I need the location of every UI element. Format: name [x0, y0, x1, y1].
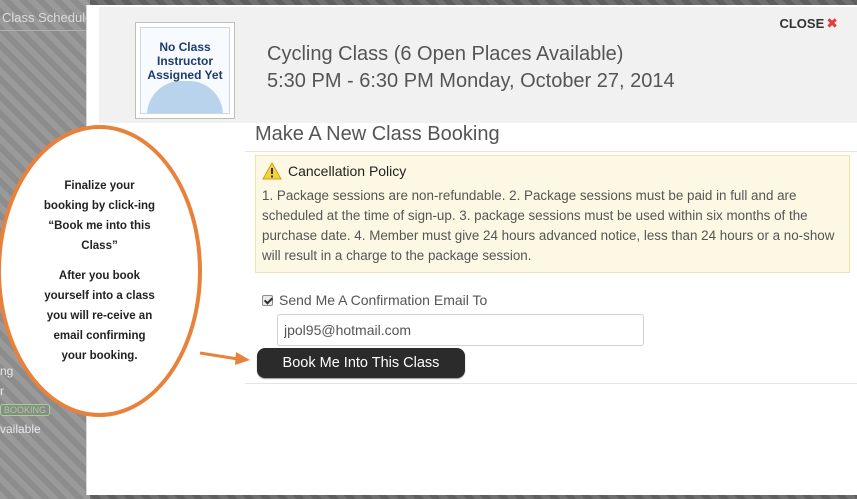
close-label: CLOSE — [779, 16, 825, 31]
background-booking-badge: BOOKING — [0, 404, 51, 416]
policy-header: Cancellation Policy — [262, 162, 843, 180]
instructor-placeholder-image: No Class Instructor Assigned Yet — [140, 27, 230, 114]
booking-modal: CLOSE ✖ No Class Instructor Assigned Yet… — [86, 5, 857, 495]
policy-text: 1. Package sessions are non-refundable. … — [262, 188, 835, 263]
cancellation-policy-box: Cancellation Policy 1. Package sessions … — [255, 155, 850, 273]
confirmation-email-row: Send Me A Confirmation Email To — [262, 292, 487, 308]
book-class-button[interactable]: Book Me Into This Class — [257, 348, 465, 378]
instructor-photo: No Class Instructor Assigned Yet — [135, 22, 235, 119]
close-button[interactable]: CLOSE ✖ — [779, 15, 838, 32]
confirmation-email-label: Send Me A Confirmation Email To — [279, 292, 488, 308]
background-schedule-title: Class Schedule — [2, 10, 93, 25]
person-silhouette-icon — [147, 81, 223, 113]
email-field[interactable] — [277, 314, 644, 346]
class-title: Cycling Class (6 Open Places Available) — [267, 43, 624, 65]
booking-heading: Make A New Class Booking — [255, 123, 500, 145]
background-text: vailable — [0, 422, 41, 436]
background-text: ng — [0, 364, 14, 378]
background-divider — [0, 30, 90, 31]
warning-icon — [262, 162, 282, 180]
callout-text: Finalize your booking by click-ing “Book… — [43, 180, 156, 252]
x-icon: ✖ — [826, 15, 838, 31]
instructor-placeholder-text: No Class Instructor Assigned Yet — [147, 40, 223, 82]
policy-title: Cancellation Policy — [288, 163, 407, 179]
divider — [245, 383, 857, 384]
class-time: 5:30 PM - 6:30 PM Monday, October 27, 20… — [267, 70, 675, 92]
divider — [245, 151, 857, 152]
confirmation-email-checkbox[interactable] — [262, 294, 273, 306]
instruction-callout: Finalize your booking by click-ing “Book… — [0, 125, 202, 417]
callout-text: After you book yourself into a class you… — [44, 270, 155, 362]
background-text: r — [0, 384, 4, 398]
arrow-icon — [199, 351, 250, 365]
modal-header: CLOSE ✖ No Class Instructor Assigned Yet… — [99, 7, 857, 123]
